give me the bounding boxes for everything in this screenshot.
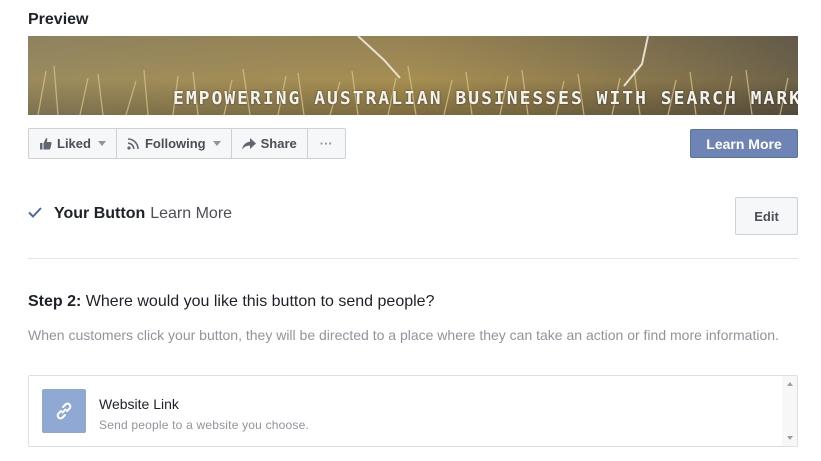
step-question: Where would you like this button to send… (85, 293, 435, 310)
link-icon (42, 389, 86, 433)
step-heading: Step 2: Where would you like this button… (28, 293, 434, 311)
step-description: When customers click your button, they w… (28, 327, 779, 343)
option-subtitle: Send people to a website you choose. (99, 418, 310, 432)
cover-text: EMPOWERING AUSTRALIAN BUSINESSES WITH SE… (173, 88, 798, 109)
section-divider (28, 258, 798, 259)
cover-image: EMPOWERING AUSTRALIAN BUSINESSES WITH SE… (28, 36, 798, 115)
chevron-down-icon (212, 141, 221, 146)
your-button-value: Learn More (150, 205, 233, 222)
edit-button[interactable]: Edit (735, 197, 798, 235)
scroll-down-arrow-icon[interactable] (787, 436, 793, 440)
share-button[interactable]: Share (232, 129, 308, 158)
share-arrow-icon (241, 137, 256, 150)
following-button[interactable]: Following (117, 129, 232, 158)
more-dots-icon: ··· (319, 136, 333, 151)
option-title: Website Link (99, 396, 179, 412)
destination-option-list: Website Link Send people to a website yo… (28, 375, 798, 447)
scrollbar[interactable] (782, 376, 797, 446)
scroll-up-arrow-icon[interactable] (787, 382, 793, 386)
more-options-button[interactable]: ··· (308, 129, 345, 158)
share-label: Share (260, 136, 297, 151)
your-button-row: Your Button Learn More (28, 205, 232, 223)
liked-label: Liked (57, 136, 91, 151)
option-website-link[interactable]: Website Link Send people to a website yo… (42, 389, 309, 433)
chevron-down-icon (97, 141, 106, 146)
liked-button[interactable]: Liked (29, 129, 117, 158)
preview-title: Preview (28, 11, 89, 28)
checkmark-icon (28, 205, 42, 223)
step-label: Step 2: (28, 293, 82, 310)
thumbs-up-icon (39, 137, 52, 150)
learn-more-button[interactable]: Learn More (690, 129, 798, 158)
following-label: Following (144, 136, 206, 151)
page-action-bar: Liked Following Share ··· (28, 128, 346, 159)
your-button-label: Your Button (54, 205, 146, 222)
rss-icon (127, 137, 140, 150)
